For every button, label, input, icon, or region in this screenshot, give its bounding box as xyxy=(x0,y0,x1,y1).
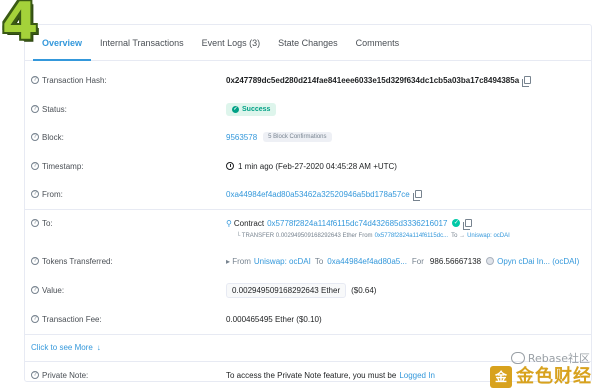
internal-transfer-line: └ TRANSFER 0.002949509168292643 Ether Fr… xyxy=(236,233,510,239)
question-icon: ? xyxy=(31,371,39,379)
tab-state-changes[interactable]: State Changes xyxy=(269,25,347,61)
label-private-note: ? Private Note: xyxy=(31,371,88,380)
label-status: ? Status: xyxy=(31,105,67,114)
block-number-link[interactable]: 9563578 xyxy=(226,133,257,142)
tokens-amount: 986.56667138 xyxy=(429,256,482,266)
tokens-from-word: ▸ From xyxy=(226,256,251,266)
label-to: ? To: xyxy=(31,219,53,228)
check-circle-icon: ✓ xyxy=(232,105,239,113)
divider xyxy=(25,334,591,335)
tab-overview[interactable]: Overview xyxy=(33,25,92,61)
row-status: ? Status: ✓ Success xyxy=(25,102,591,116)
status-badge: ✓ Success xyxy=(226,102,277,116)
row-value: ? Value: 0.002949509168292643 Ether ($0.64… xyxy=(25,282,591,298)
to-contract-link[interactable]: 0x5778f2824a114f6115dc74d432685d33362160… xyxy=(267,219,447,228)
value-tokens-transferred: ▸ From Uniswap: ocDAI To 0xa44984ef4ad80… xyxy=(226,257,579,266)
question-icon: ? xyxy=(31,133,39,141)
question-icon: ? xyxy=(31,257,39,265)
row-to: ? To: ⚲ Contract 0x5778f2824a114f6115dc74… xyxy=(25,216,591,230)
value-block: 9563578 5 Block Confirmations xyxy=(226,132,332,142)
value-from: 0xa44984ef4ad80a53462a32520946a5bd178a57… xyxy=(226,190,422,201)
value-private-note: To access the Private Note feature, you … xyxy=(226,370,435,380)
label-block: ? Block: xyxy=(31,133,64,142)
ether-value-box: 0.002949509168292643 Ether xyxy=(226,282,347,298)
copy-icon[interactable] xyxy=(522,76,532,87)
question-icon: ? xyxy=(31,190,39,198)
question-icon: ? xyxy=(31,219,39,227)
value-to: ⚲ Contract 0x5778f2824a114f6115dc74d4326… xyxy=(226,218,473,230)
watermark: 金 金色财经 xyxy=(490,362,592,388)
transfer-text: └ TRANSFER 0.002949509168292643 Ether Fr… xyxy=(236,233,373,239)
row-timestamp: ? Timestamp: 1 min ago (Feb-27-2020 04:45… xyxy=(25,159,591,173)
copy-icon[interactable] xyxy=(463,219,473,230)
value-transaction-fee: 0.000465495 Ether ($0.10) xyxy=(226,314,322,324)
verified-check-icon: ✓ xyxy=(452,219,461,227)
row-from: ? From: 0xa44984ef4ad80a53462a32520946a5b… xyxy=(25,187,591,201)
transfer-from-link[interactable]: 0x5778f2824a114f6115dc... xyxy=(375,233,449,239)
value-timestamp: 1 min ago (Feb-27-2020 04:45:28 AM +UTC) xyxy=(226,162,397,171)
tab-comments[interactable]: Comments xyxy=(347,25,409,61)
question-icon: ? xyxy=(31,105,39,113)
value-status: ✓ Success xyxy=(226,102,277,116)
watermark-text: 金色财经 xyxy=(516,366,592,387)
row-tokens-transferred: ? Tokens Transferred: ▸ From Uniswap: ocD… xyxy=(25,254,591,268)
step-number: 4 xyxy=(2,0,39,52)
token-coin-icon xyxy=(486,257,495,265)
contract-prefix: Contract xyxy=(233,218,265,228)
question-icon: ? xyxy=(31,162,39,170)
label-from: ? From: xyxy=(31,190,63,199)
see-more-link[interactable]: Click to see More ↓ xyxy=(31,343,101,352)
transfer-to-word: To → xyxy=(451,233,466,239)
value-usd: ($0.64) xyxy=(351,285,377,295)
logged-in-link[interactable]: Logged In xyxy=(399,371,435,380)
label-timestamp: ? Timestamp: xyxy=(31,162,84,171)
token-name-link[interactable]: Opyn cDai In... (ocDAI) xyxy=(497,257,579,266)
clock-icon xyxy=(226,162,234,170)
row-transaction-fee: ? Transaction Fee: 0.000465495 Ether ($0.… xyxy=(25,312,591,326)
row-block: ? Block: 9563578 5 Block Confirmations xyxy=(25,130,591,144)
watermark-logo: 金 xyxy=(490,366,512,388)
tab-event-logs[interactable]: Event Logs (3) xyxy=(193,25,270,61)
tab-internal-transactions[interactable]: Internal Transactions xyxy=(91,25,193,61)
tokens-to-link[interactable]: 0xa44984ef4ad80a5... xyxy=(327,257,407,266)
block-confirmations-badge: 5 Block Confirmations xyxy=(263,132,332,142)
label-tokens-transferred: ? Tokens Transferred: xyxy=(31,257,113,266)
tab-bar: Overview Internal Transactions Event Log… xyxy=(25,25,591,61)
value-transaction-hash: 0x247789dc5ed280d214fae841eee6033e15d329… xyxy=(226,75,532,87)
tokens-from-link[interactable]: Uniswap: ocDAI xyxy=(254,257,311,266)
question-icon: ? xyxy=(31,315,39,323)
copy-icon[interactable] xyxy=(412,190,422,201)
row-see-more: Click to see More ↓ xyxy=(25,340,591,354)
question-icon: ? xyxy=(31,76,39,84)
transaction-details-card: Overview Internal Transactions Event Log… xyxy=(24,24,592,382)
label-value: ? Value: xyxy=(31,286,64,295)
from-address-link[interactable]: 0xa44984ef4ad80a53462a32520946a5bd178a57… xyxy=(226,190,410,199)
arrow-down-icon: ↓ xyxy=(96,342,101,352)
label-transaction-fee: ? Transaction Fee: xyxy=(31,315,102,324)
value-value: 0.002949509168292643 Ether ($0.64) xyxy=(226,282,377,298)
contract-icon: ⚲ xyxy=(226,218,232,228)
question-icon: ? xyxy=(31,286,39,294)
divider xyxy=(25,209,591,210)
row-transaction-hash: ? Transaction Hash: 0x247789dc5ed280d214f… xyxy=(25,73,591,87)
tokens-for-word: For xyxy=(411,256,424,266)
label-transaction-hash: ? Transaction Hash: xyxy=(31,76,107,85)
transfer-to-link[interactable]: Uniswap: ocDAI xyxy=(467,233,510,239)
transaction-hash: 0x247789dc5ed280d214fae841eee6033e15d329… xyxy=(226,75,520,85)
tokens-to-word: To xyxy=(314,256,324,266)
